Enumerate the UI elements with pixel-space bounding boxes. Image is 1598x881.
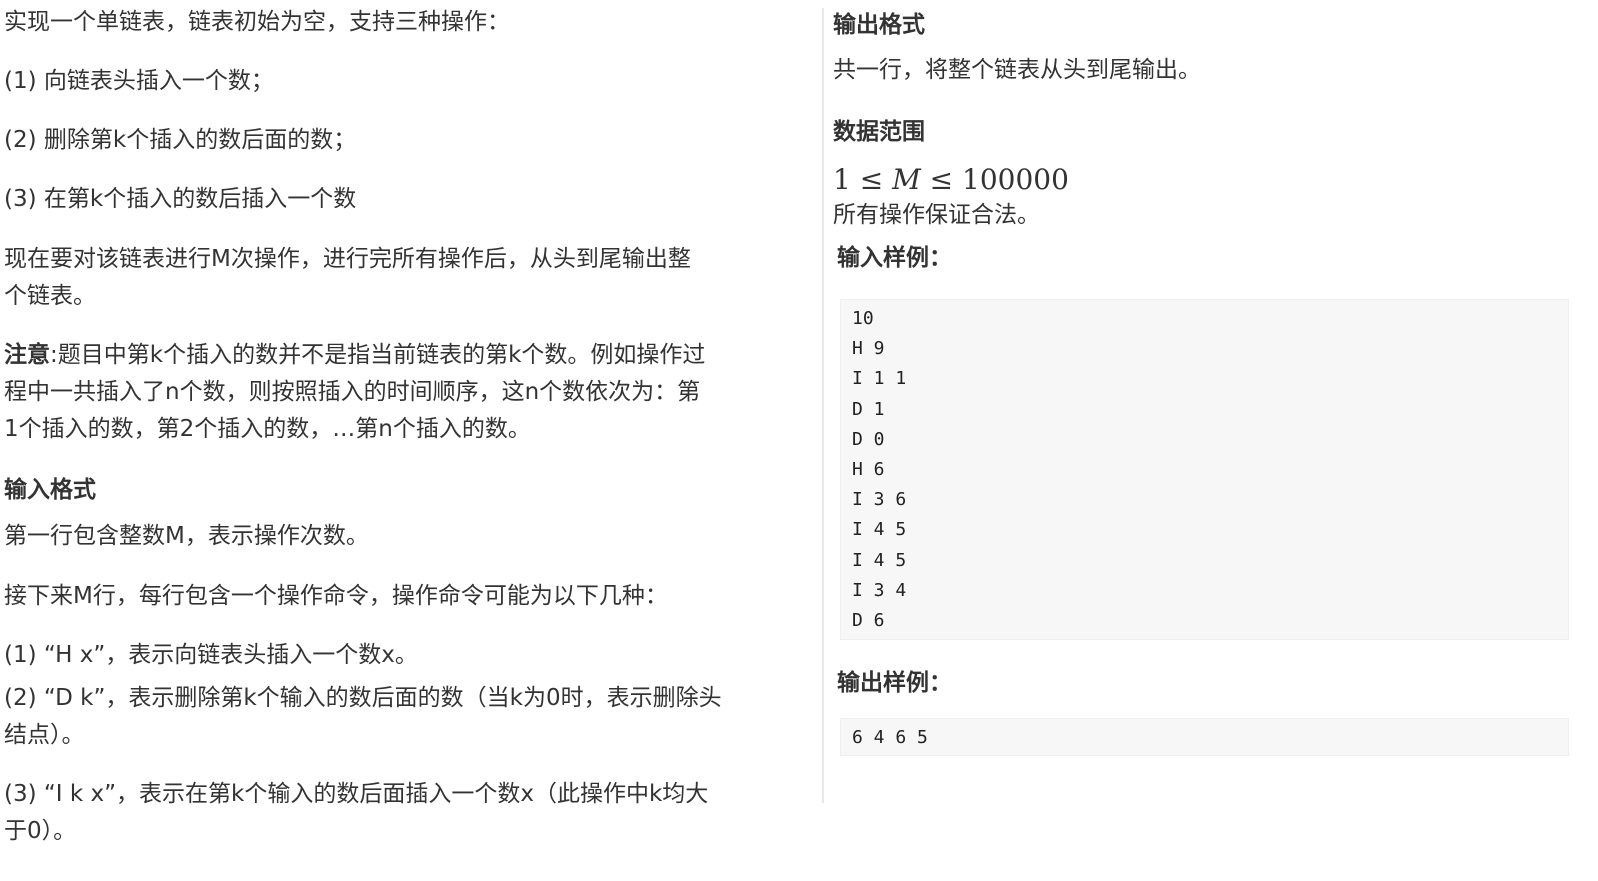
input-format-line2: 接下来M行，每行包含一个操作命令，操作命令可能为以下几种： [4, 583, 668, 609]
data-range-note: 所有操作保证合法。 [833, 202, 1040, 228]
intro-text: 实现一个单链表，链表初始为空，支持三种操作： [4, 9, 510, 35]
sample-input-line: H 9 [852, 338, 885, 360]
formula-variable: M [892, 163, 921, 196]
sample-input-line: I 1 1 [852, 368, 907, 390]
note-text-line3: 1个插入的数，第2个插入的数，…第n个插入的数。 [4, 416, 531, 442]
note-text-line2: 程中一共插入了n个数，则按照插入的时间顺序，这n个数依次为：第 [4, 379, 701, 405]
formula-lower-bound: 1 ≤ [833, 163, 893, 196]
sample-input-line: I 3 6 [852, 489, 907, 511]
sample-output-line: 6 4 6 5 [852, 727, 928, 748]
command-d-text-cont: 结点）。 [4, 722, 85, 748]
note-text-rest: :题目中第k个插入的数并不是指当前链表的第k个数。例如操作过 [50, 342, 706, 368]
sample-output-heading: 输出样例： [837, 670, 952, 696]
sample-input-line: I 4 5 [852, 519, 907, 541]
sample-input-line: I 4 5 [852, 549, 907, 571]
sample-input-line: I 3 4 [852, 579, 907, 601]
sample-output-code-block: 6 4 6 5 [840, 718, 1569, 756]
command-h-text: (1) “H x”，表示向链表头插入一个数x。 [4, 642, 418, 668]
sample-input-line: H 6 [852, 458, 885, 480]
sample-input-heading: 输入样例： [837, 245, 952, 271]
operations-count-text-cont: 个链表。 [4, 283, 96, 309]
column-divider [822, 8, 824, 803]
input-format-line1: 第一行包含整数M，表示操作次数。 [4, 523, 369, 549]
input-format-heading: 输入格式 [4, 477, 96, 503]
operation-3-text: (3) 在第k个插入的数后插入一个数 [4, 186, 357, 212]
data-range-formula: 1 ≤ M ≤ 100000 [833, 160, 1069, 200]
operations-count-text: 现在要对该链表进行M次操作，进行完所有操作后，从头到尾输出整 [4, 246, 691, 272]
command-d-text: (2) “D k”，表示删除第k个输入的数后面的数（当k为0时，表示删除头 [4, 685, 722, 711]
note-label: 注意 [4, 342, 50, 368]
sample-input-line: 10 [852, 308, 874, 329]
note-text: 注意:题目中第k个插入的数并不是指当前链表的第k个数。例如操作过 [4, 336, 734, 374]
output-format-text: 共一行，将整个链表从头到尾输出。 [833, 57, 1201, 83]
output-format-heading: 输出格式 [833, 12, 925, 38]
sample-input-line: D 0 [852, 428, 885, 450]
command-i-text: (3) “I k x”，表示在第k个输入的数后面插入一个数x（此操作中k均大 [4, 781, 709, 807]
data-range-heading: 数据范围 [833, 119, 925, 145]
command-i-text-cont: 于0）。 [4, 818, 77, 844]
formula-upper-bound: ≤ 100000 [920, 163, 1069, 196]
sample-input-line: D 6 [852, 609, 885, 631]
operation-1-text: (1) 向链表头插入一个数； [4, 68, 274, 94]
operation-2-text: (2) 删除第k个插入的数后面的数； [4, 127, 357, 153]
sample-input-line: D 1 [852, 398, 885, 420]
sample-input-code-block: 10 H 9 I 1 1 D 1 D 0 H 6 I 3 6 I 4 5 I 4 5 I 3 4 D… [840, 299, 1569, 640]
